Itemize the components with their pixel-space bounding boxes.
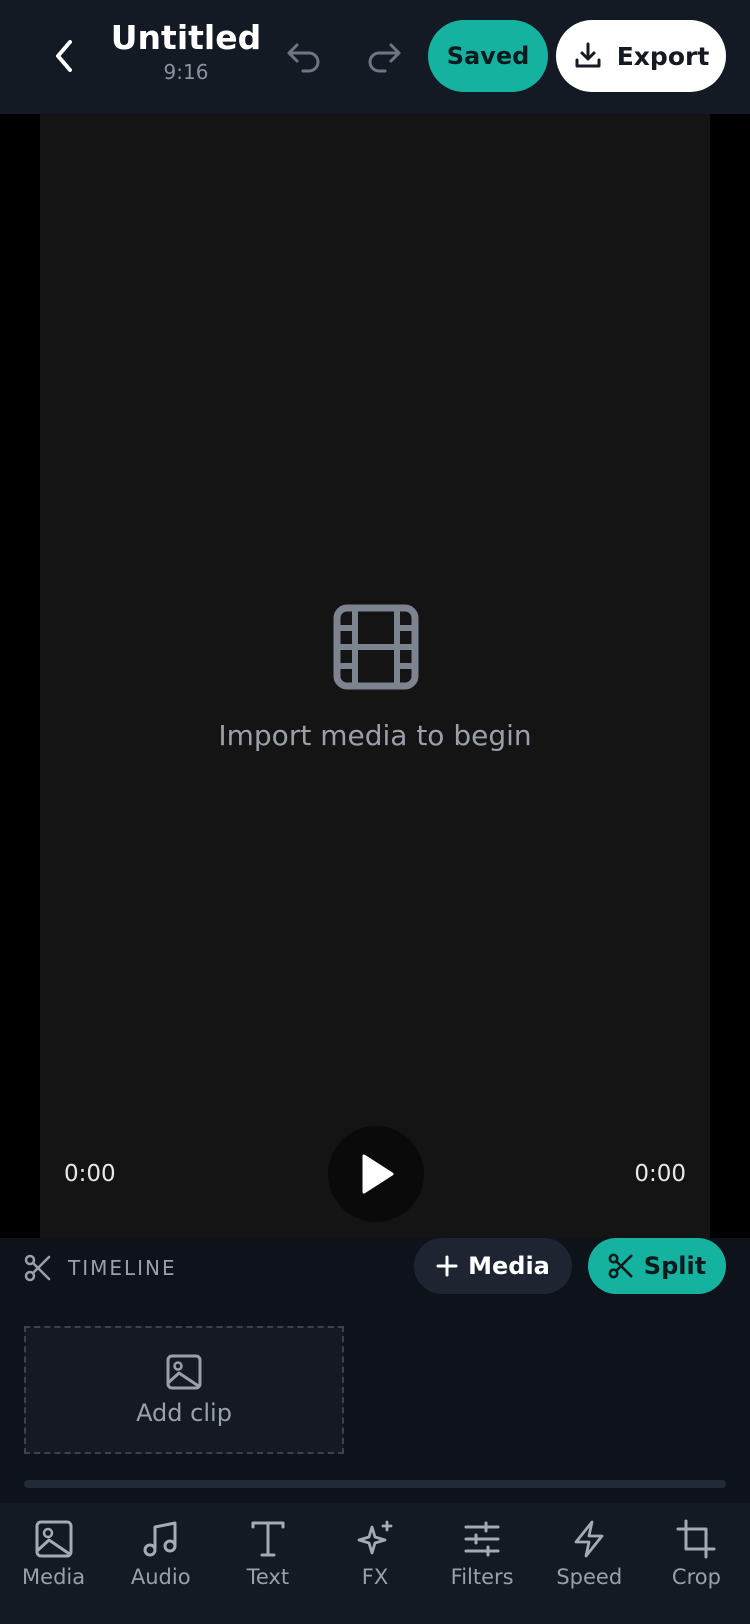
saved-status-button[interactable]: Saved — [428, 20, 548, 92]
scissors-icon — [24, 1254, 51, 1282]
export-label: Export — [616, 41, 710, 71]
total-duration: 0:00 — [634, 1161, 686, 1187]
undo-button[interactable] — [282, 34, 326, 78]
tool-filters[interactable]: Filters — [429, 1503, 536, 1624]
tool-text[interactable]: Text — [214, 1503, 321, 1624]
sparkles-icon — [357, 1520, 393, 1555]
play-icon — [362, 1154, 394, 1194]
split-button[interactable]: Split — [588, 1238, 726, 1294]
bottom-toolbar: Media Audio Text FX Filters Speed Crop — [0, 1503, 750, 1624]
lightning-icon — [574, 1520, 604, 1558]
text-icon — [251, 1521, 285, 1557]
current-time: 0:00 — [64, 1161, 116, 1187]
tool-media-label: Media — [22, 1565, 86, 1589]
scissors-icon — [608, 1253, 633, 1279]
tool-fx[interactable]: FX — [321, 1503, 428, 1624]
film-icon — [333, 604, 419, 690]
aspect-ratio-label: 9:16 — [163, 59, 209, 84]
empty-state-message: Import media to begin — [218, 719, 532, 752]
tool-media[interactable]: Media — [0, 1503, 107, 1624]
add-clip-label: Add clip — [136, 1399, 232, 1427]
back-button[interactable] — [44, 32, 84, 80]
tool-audio-label: Audio — [130, 1565, 191, 1589]
tool-audio[interactable]: Audio — [107, 1503, 214, 1624]
export-button[interactable]: Export — [556, 20, 726, 92]
timeline-label: TIMELINE — [68, 1256, 177, 1280]
split-label: Split — [643, 1252, 707, 1280]
preview-area: Import media to begin 0:00 0:00 — [0, 114, 750, 1238]
crop-icon — [676, 1519, 716, 1559]
sliders-icon — [464, 1521, 500, 1557]
tool-speed[interactable]: Speed — [536, 1503, 643, 1624]
top-bar: Untitled 9:16 Saved Export — [0, 0, 750, 114]
chevron-left-icon — [56, 40, 72, 72]
redo-button[interactable] — [362, 34, 406, 78]
add-media-label: Media — [468, 1252, 550, 1280]
timeline-scrollbar[interactable] — [24, 1480, 726, 1488]
image-icon — [35, 1520, 73, 1558]
play-button[interactable] — [328, 1126, 424, 1222]
add-media-button[interactable]: Media — [414, 1238, 572, 1294]
tool-speed-label: Speed — [556, 1565, 623, 1589]
undo-icon — [287, 43, 320, 73]
download-icon — [575, 42, 601, 68]
tool-crop[interactable]: Crop — [643, 1503, 750, 1624]
plus-icon — [436, 1255, 458, 1277]
tool-crop-label: Crop — [671, 1565, 721, 1589]
music-note-icon — [143, 1521, 177, 1557]
video-canvas[interactable]: Import media to begin 0:00 0:00 — [40, 114, 710, 1238]
project-title: Untitled — [110, 18, 262, 57]
project-title-block[interactable]: Untitled 9:16 — [100, 18, 272, 84]
tool-fx-label: FX — [361, 1565, 389, 1589]
redo-icon — [368, 43, 401, 73]
add-clip-slot[interactable]: Add clip — [24, 1326, 344, 1454]
timeline-panel: TIMELINE Media Split Add clip — [0, 1238, 750, 1503]
tool-text-label: Text — [246, 1565, 290, 1589]
tool-filters-label: Filters — [450, 1565, 514, 1589]
image-icon — [166, 1354, 202, 1390]
